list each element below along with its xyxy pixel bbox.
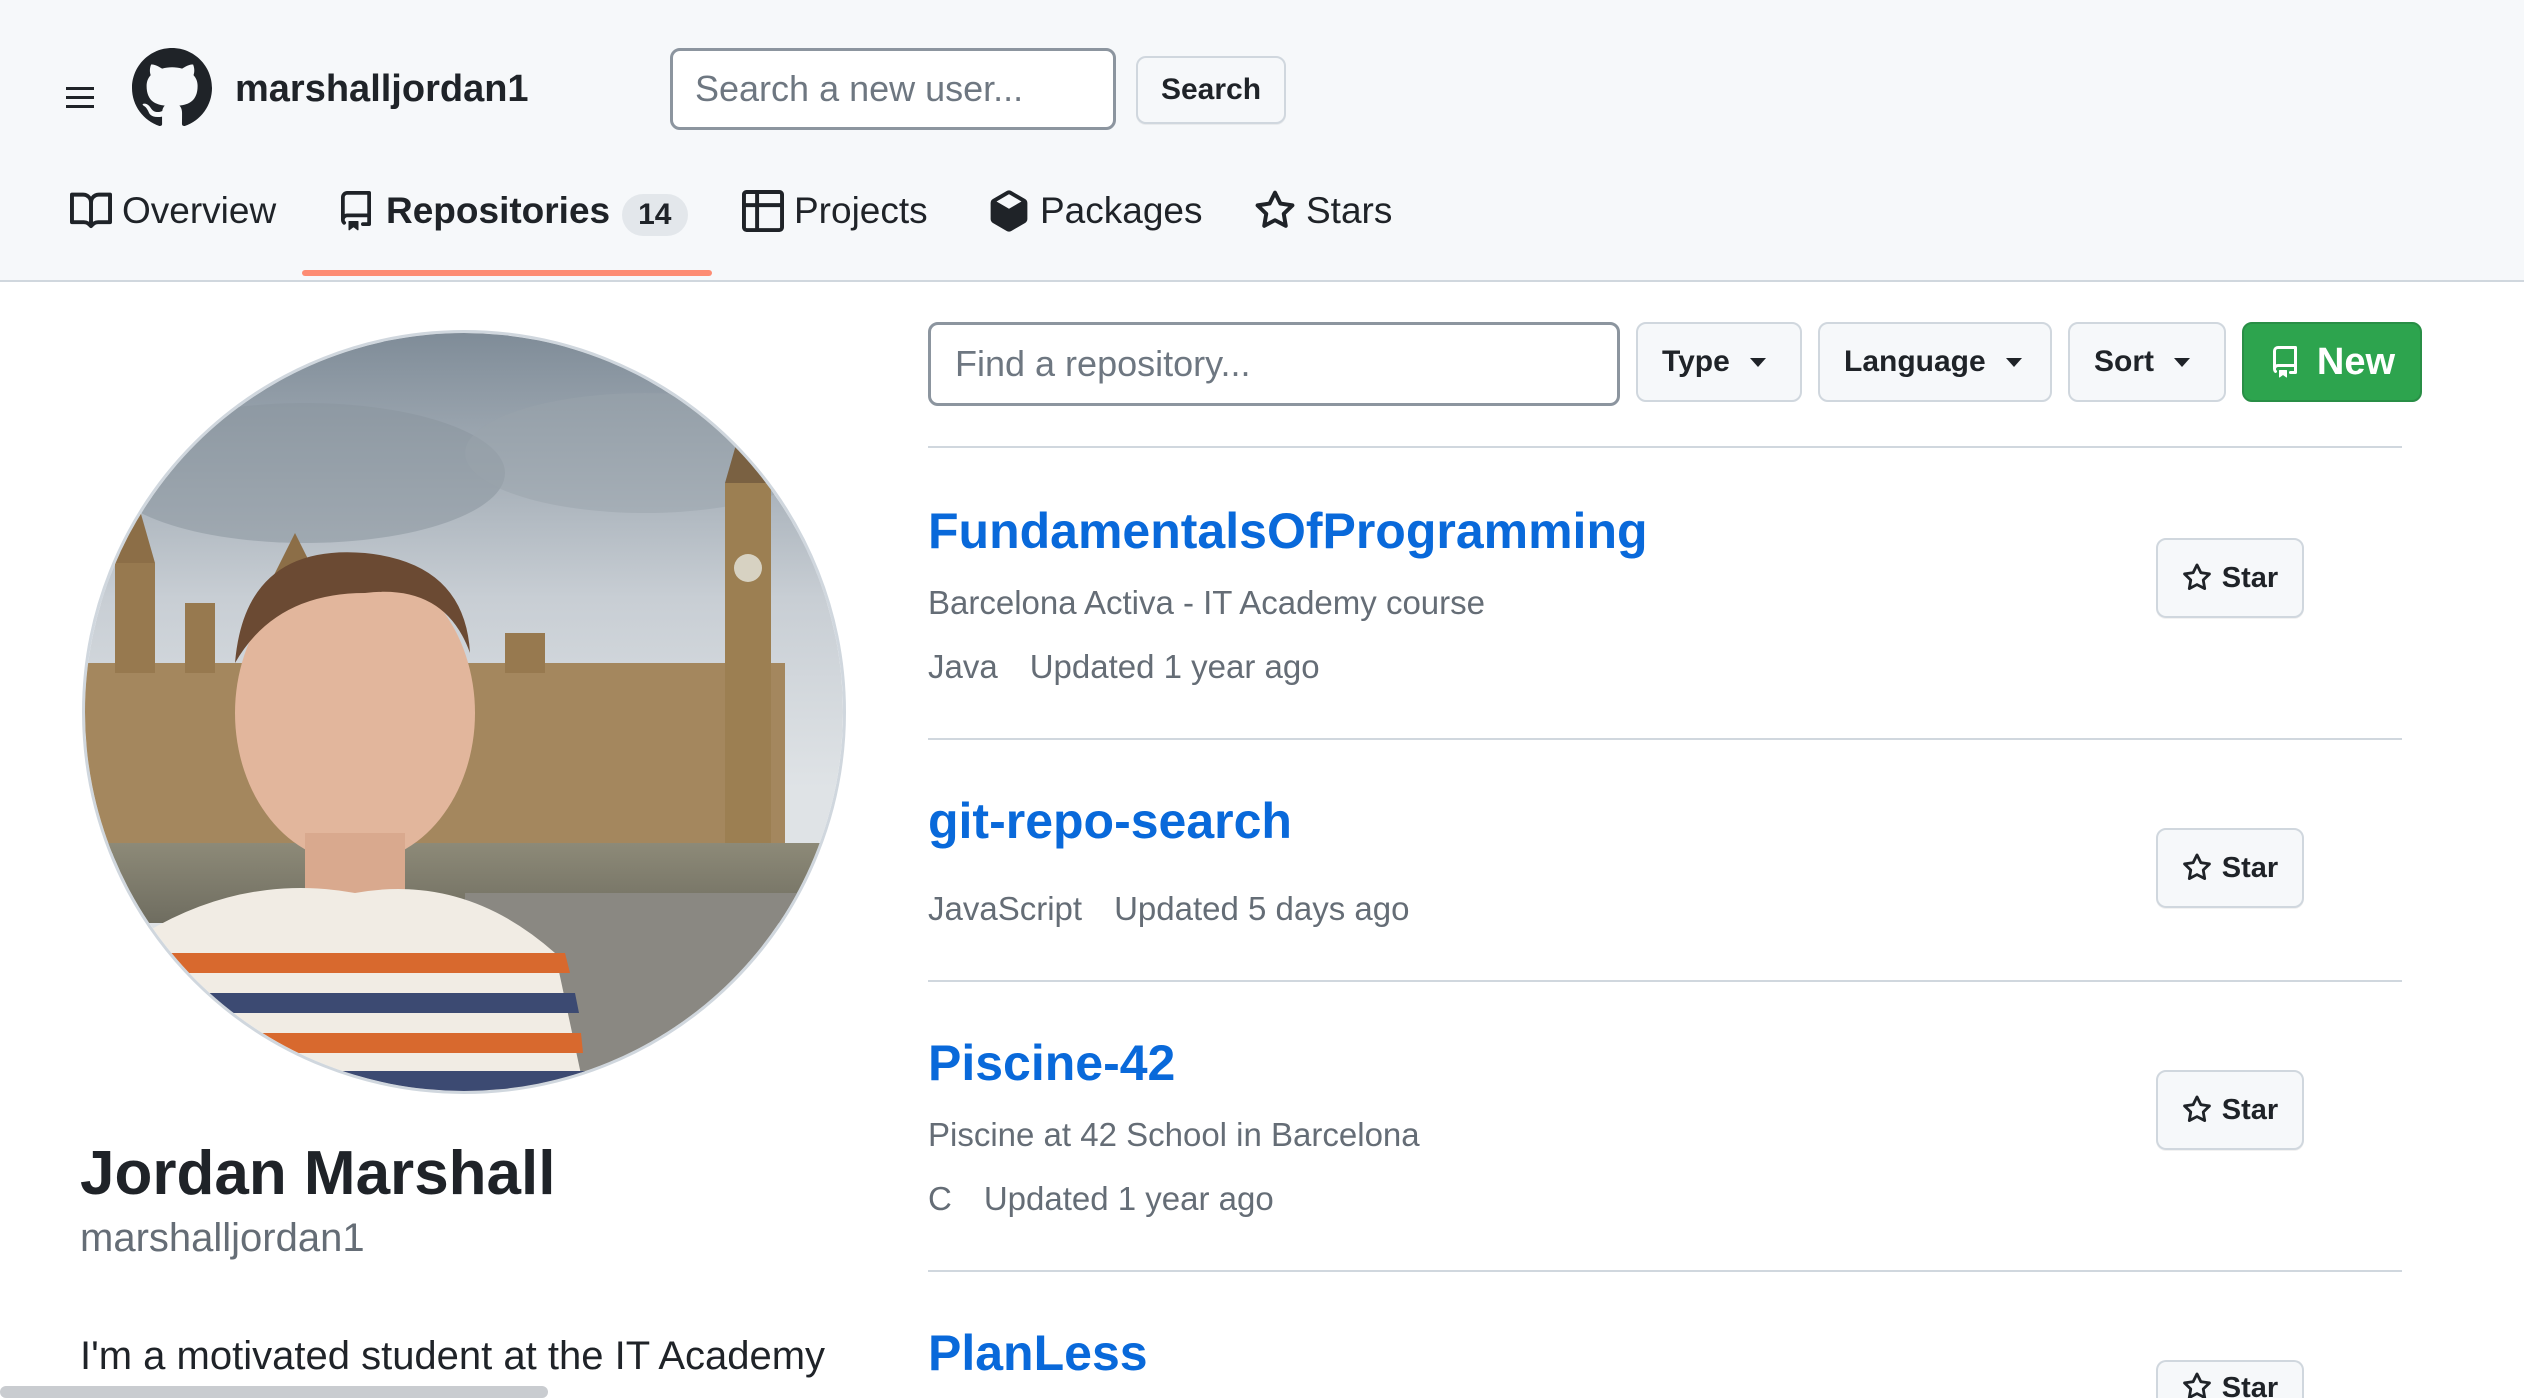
repo-description: Piscine at 42 School in Barcelona <box>928 1116 1420 1153</box>
list-divider <box>928 446 2402 448</box>
package-icon <box>990 190 1028 232</box>
avatar-photo <box>85 333 843 1091</box>
caret-down-icon <box>2005 357 2022 367</box>
horizontal-scrollbar[interactable] <box>0 1386 548 1398</box>
repo-language: JavaScript <box>928 890 1083 927</box>
table-icon <box>742 190 784 232</box>
profile-full-name: Jordan Marshall <box>80 1139 556 1208</box>
repo-language: C <box>928 1180 952 1217</box>
repo-updated: Updated 1 year ago <box>1029 648 1320 685</box>
tab-repositories-label: Repositories <box>386 190 611 231</box>
hamburger-icon <box>66 87 94 108</box>
star-button[interactable]: Star <box>2156 1360 2304 1398</box>
tab-projects-label: Projects <box>794 190 928 231</box>
repo-icon <box>341 191 371 231</box>
tab-overview-label: Overview <box>122 190 277 231</box>
language-filter-label: Language <box>1844 345 1986 378</box>
tab-overview[interactable]: Overview <box>70 178 276 280</box>
new-button-label: New <box>2316 340 2396 383</box>
tab-stars-label: Stars <box>1306 190 1393 231</box>
caret-down-icon <box>1749 357 1766 367</box>
new-repository-button[interactable]: New <box>2242 322 2422 402</box>
profile-login: marshalljordan1 <box>80 1216 365 1260</box>
tab-projects[interactable]: Projects <box>742 178 928 280</box>
type-filter-label: Type <box>1662 345 1730 378</box>
header-username[interactable]: marshalljordan1 <box>235 68 529 111</box>
repo-meta: C Updated 1 year ago <box>928 1180 1274 1218</box>
tab-stars[interactable]: Stars <box>1254 178 1392 280</box>
repo-name-link[interactable]: Piscine-42 <box>928 1034 1175 1092</box>
list-divider <box>928 1270 2402 1272</box>
repo-name-link[interactable]: FundamentalsOfProgramming <box>928 502 1648 560</box>
star-icon <box>2182 1372 2211 1398</box>
github-logo-icon[interactable] <box>132 48 212 128</box>
menu-button[interactable] <box>32 50 128 144</box>
list-divider <box>928 980 2402 982</box>
find-repository-input[interactable] <box>928 322 1620 406</box>
caret-down-icon <box>2174 357 2190 367</box>
sort-button[interactable]: Sort <box>2068 322 2226 402</box>
book-icon <box>70 192 112 229</box>
repo-count-badge: 14 <box>622 194 688 236</box>
list-divider <box>928 738 2402 740</box>
tab-packages[interactable]: Packages <box>988 178 1203 280</box>
repo-meta: Java Updated 1 year ago <box>928 648 1320 686</box>
user-search-input[interactable] <box>670 48 1116 130</box>
repo-name-link[interactable]: git-repo-search <box>928 792 1292 850</box>
top-header: marshalljordan1 Search Overview Reposito… <box>0 0 2524 282</box>
tab-packages-label: Packages <box>1040 190 1203 231</box>
language-filter-button[interactable]: Language <box>1818 322 2052 402</box>
star-label: Star <box>2221 851 2279 884</box>
profile-bio: I'm a motivated student at the IT Academ… <box>80 1334 826 1378</box>
active-tab-indicator <box>302 270 712 276</box>
star-button[interactable]: Star <box>2156 828 2304 908</box>
repo-description: Barcelona Activa - IT Academy course <box>928 584 1485 621</box>
repo-language: Java <box>928 648 998 685</box>
profile-avatar[interactable] <box>82 330 846 1094</box>
repo-updated: Updated 5 days ago <box>1114 890 1410 927</box>
type-filter-button[interactable]: Type <box>1636 322 1802 402</box>
star-button[interactable]: Star <box>2156 1070 2304 1150</box>
star-icon <box>1255 190 1295 228</box>
star-label: Star <box>2221 561 2279 594</box>
tab-repositories[interactable]: Repositories 14 <box>336 178 688 280</box>
repo-updated: Updated 1 year ago <box>983 1180 1274 1217</box>
sort-label: Sort <box>2094 345 2154 378</box>
star-button[interactable]: Star <box>2156 538 2304 618</box>
star-label: Star <box>2221 1372 2279 1398</box>
search-button[interactable]: Search <box>1136 56 1286 124</box>
star-label: Star <box>2221 1093 2279 1126</box>
repo-name-link[interactable]: PlanLess <box>928 1324 1148 1382</box>
star-icon <box>2182 563 2211 591</box>
repo-icon <box>2272 346 2297 378</box>
star-icon <box>2182 853 2211 881</box>
star-icon <box>2182 1095 2211 1123</box>
repo-meta: JavaScript Updated 5 days ago <box>928 890 1409 928</box>
